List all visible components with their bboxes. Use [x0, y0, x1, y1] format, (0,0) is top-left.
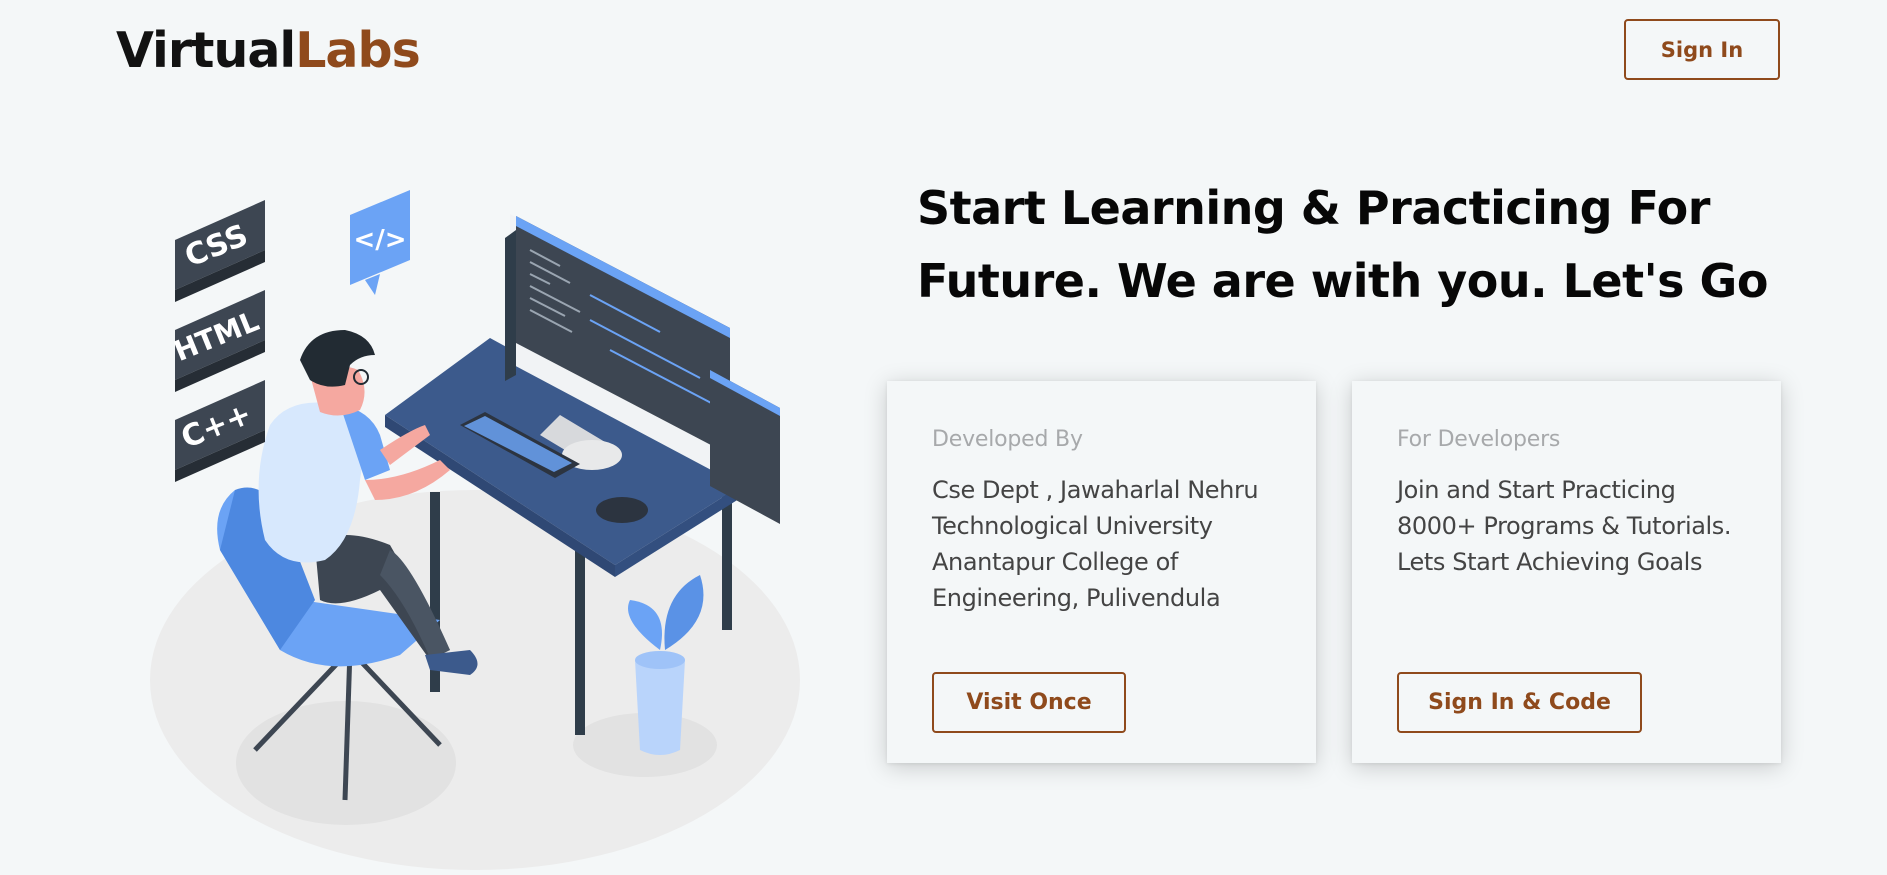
badge-html: HTML	[169, 290, 265, 392]
sign-in-and-code-button[interactable]: Sign In & Code	[1397, 672, 1642, 733]
hero-title-line1: Start Learning & Practicing For	[917, 181, 1710, 235]
developed-by-card: Developed By Cse Dept , Jawaharlal Nehru…	[887, 381, 1316, 763]
logo[interactable]: VirtualLabs	[116, 22, 421, 79]
for-developers-card: For Developers Join and Start Practicing…	[1352, 381, 1781, 763]
card-body: Join and Start Practicing 8000+ Programs…	[1397, 476, 1732, 576]
hero-title: Start Learning & Practicing For Future. …	[917, 172, 1817, 318]
sign-in-button[interactable]: Sign In	[1624, 19, 1780, 80]
logo-text-labs: Labs	[295, 22, 421, 79]
code-bubble-icon: </>	[350, 190, 410, 295]
card-body: Cse Dept , Jawaharlal Nehru Technologica…	[932, 476, 1259, 612]
card-caption: For Developers	[1397, 427, 1561, 452]
badge-cpp: C++	[175, 380, 265, 482]
landing-page: VirtualLabs Sign In CSS HTML C++ </> Sta…	[0, 0, 1887, 875]
logo-text-virtual: Virtual	[116, 22, 296, 79]
badge-css: CSS	[175, 200, 265, 302]
developer-illustration: CSS HTML C++ </>	[150, 190, 800, 870]
visit-once-button[interactable]: Visit Once	[932, 672, 1126, 733]
card-caption: Developed By	[932, 427, 1083, 452]
code-bubble-label: </>	[353, 225, 406, 255]
hero-title-line2: Future. We are with you. Let's Go	[917, 254, 1768, 308]
